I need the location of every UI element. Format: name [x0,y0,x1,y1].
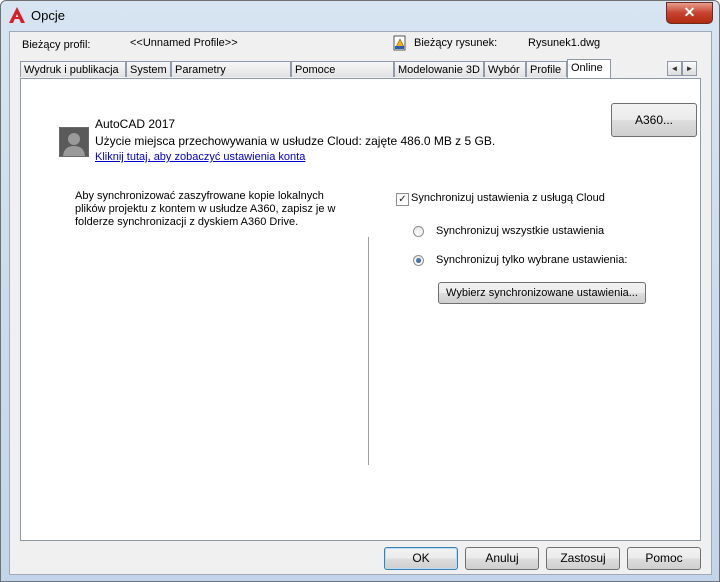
apply-button[interactable]: Zastosuj [546,547,620,570]
sync-cloud-checkbox[interactable]: ✓ [396,193,409,206]
tab-scroll-right-button[interactable]: ► [682,61,697,76]
help-button[interactable]: Pomoc [627,547,701,570]
window-title: Opcje [31,8,65,23]
drawing-label: Bieżący rysunek: [414,37,498,49]
tab-user-preferences[interactable]: Parametry użytkownika [171,61,291,92]
tab-3d-modeling[interactable]: Modelowanie 3D [394,61,484,77]
choose-synced-settings-button[interactable]: Wybierz synchronizowane ustawienia... [438,282,646,304]
profile-value: <<Unnamed Profile>> [130,37,238,49]
tab-drafting[interactable]: Pomoce rysunkowe [291,61,394,92]
a360-button[interactable]: A360... [611,103,697,137]
options-dialog: Opcje ✕ Bieżący profil: <<Unnamed Profil… [0,0,720,582]
sync-cloud-label: Synchronizuj ustawienia z usługą Cloud [411,192,605,204]
autocad-logo-icon [9,7,25,23]
sync-selected-radio[interactable] [413,255,424,266]
dialog-client: Bieżący profil: <<Unnamed Profile>> Bież… [9,31,712,575]
product-name: AutoCAD 2017 [95,117,176,131]
drawing-file-icon [393,35,406,51]
account-settings-link[interactable]: Kliknij tutaj, aby zobaczyć ustawienia k… [95,151,305,163]
sync-all-radio[interactable] [413,226,424,237]
tab-profiles[interactable]: Profile [526,61,567,77]
cancel-button[interactable]: Anuluj [465,547,539,570]
tab-system[interactable]: System [126,61,171,77]
radio-selected-dot [416,258,421,263]
profile-label: Bieżący profil: [22,39,91,51]
tab-plot-publish[interactable]: Wydruk i publikacja [20,61,126,77]
close-button[interactable]: ✕ [666,2,713,24]
user-silhouette-icon [63,133,85,156]
tab-online[interactable]: Online [567,59,611,78]
sync-selected-label: Synchronizuj tylko wybrane ustawienia: [436,254,628,266]
tab-selection[interactable]: Wybór [484,61,526,77]
user-avatar [59,127,89,157]
storage-usage: Użycie miejsca przechowywania w usłudze … [95,134,496,148]
drawing-value: Rysunek1.dwg [528,37,601,49]
tab-scroll-left-button[interactable]: ◄ [667,61,682,76]
sync-all-label: Synchronizuj wszystkie ustawienia [436,225,605,237]
section-divider [368,237,369,465]
title-bar[interactable]: Opcje ✕ [1,1,719,31]
online-tab-panel: AutoCAD 2017 Użycie miejsca przechowywan… [20,78,701,541]
sync-info-text: Aby synchronizować zaszyfrowane kopie lo… [75,190,336,228]
ok-button[interactable]: OK [384,547,458,570]
